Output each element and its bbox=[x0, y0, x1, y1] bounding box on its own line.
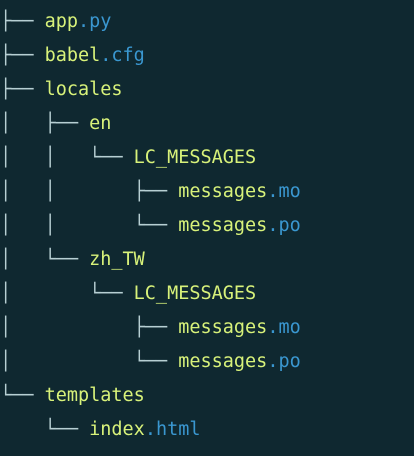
tree-branch: │ └── bbox=[0, 351, 179, 372]
tree-branch: └── bbox=[0, 385, 45, 406]
folder-name: en bbox=[89, 113, 112, 134]
tree-branch: │ ├── bbox=[0, 113, 90, 134]
tree-branch: │ │ └── bbox=[0, 147, 134, 168]
tree-row-locales: ├── locales bbox=[0, 73, 414, 107]
tree-row-zh-tw-messages-mo: │ ├── messages.mo bbox=[0, 311, 414, 345]
file-extension: .html bbox=[144, 419, 201, 440]
file-extension: .cfg bbox=[100, 45, 145, 66]
folder-name: zh_TW bbox=[89, 249, 145, 270]
directory-tree: ├── app.py ├── babel.cfg ├── locales │ ├… bbox=[0, 0, 414, 456]
file-name: messages bbox=[178, 215, 268, 236]
tree-branch: └── bbox=[0, 419, 90, 440]
tree-row-babel-cfg: ├── babel.cfg bbox=[0, 39, 414, 73]
file-name: messages bbox=[178, 317, 268, 338]
tree-branch: │ ├── bbox=[0, 317, 179, 338]
tree-row-zh-tw-messages-po: │ └── messages.po bbox=[0, 345, 414, 379]
tree-branch: │ └── bbox=[0, 283, 134, 304]
tree-row-templates: └── templates bbox=[0, 379, 414, 413]
tree-branch: ├── bbox=[0, 79, 45, 100]
tree-branch: │ │ └── bbox=[0, 215, 179, 236]
file-extension: .po bbox=[267, 215, 301, 236]
file-name: messages bbox=[178, 351, 268, 372]
file-extension: .mo bbox=[267, 317, 301, 338]
file-name: app bbox=[44, 11, 78, 32]
tree-row-en-messages-po: │ │ └── messages.po bbox=[0, 209, 414, 243]
tree-row-en-messages-mo: │ │ ├── messages.mo bbox=[0, 175, 414, 209]
tree-branch: │ └── bbox=[0, 249, 90, 270]
tree-row-app-py: ├── app.py bbox=[0, 5, 414, 39]
file-name: messages bbox=[178, 181, 268, 202]
folder-name: locales bbox=[44, 79, 123, 100]
tree-row-en-lc-messages: │ │ └── LC_MESSAGES bbox=[0, 141, 414, 175]
tree-branch: │ │ ├── bbox=[0, 181, 179, 202]
tree-branch: ├── bbox=[0, 45, 45, 66]
tree-row-zh-tw: │ └── zh_TW bbox=[0, 243, 414, 277]
tree-branch: ├── bbox=[0, 11, 45, 32]
file-extension: .py bbox=[77, 11, 112, 32]
tree-row-zh-tw-lc-messages: │ └── LC_MESSAGES bbox=[0, 277, 414, 311]
folder-name: templates bbox=[44, 385, 145, 406]
folder-name: LC_MESSAGES bbox=[133, 283, 257, 304]
file-extension: .mo bbox=[267, 181, 301, 202]
file-name: babel bbox=[44, 45, 101, 66]
tree-row-en: │ ├── en bbox=[0, 107, 414, 141]
file-name: index bbox=[89, 419, 145, 440]
file-extension: .po bbox=[267, 351, 301, 372]
tree-row-index-html: └── index.html bbox=[0, 413, 414, 447]
folder-name: LC_MESSAGES bbox=[133, 147, 257, 168]
